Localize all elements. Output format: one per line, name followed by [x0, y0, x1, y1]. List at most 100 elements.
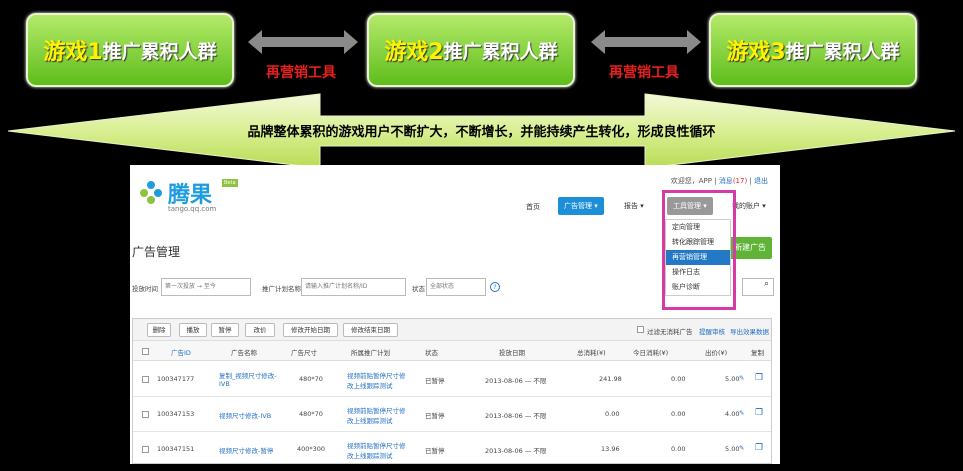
modify-start-date-button[interactable]: 修改开始日期	[283, 323, 338, 337]
double-arrow-icon	[591, 30, 701, 54]
ad-date: 2013-08-06 — 不限	[485, 377, 547, 385]
table-row: 100347177 复制_视频尺寸修改-IVB 480*70 视频前贴暂停尺寸修…	[133, 362, 771, 397]
banner-text: 品牌整体累积的游戏用户不断扩大，不断增长，并能持续产生转化，形成良性循环	[247, 125, 716, 140]
plan-filter-label: 推广计划名称	[262, 285, 301, 293]
ad-name-link[interactable]: 视频尺寸修改-暂停	[219, 445, 273, 455]
plan-link[interactable]: 视频前贴暂停尺寸修改上线跟踪测试	[347, 405, 407, 425]
col-date: 投放日期	[499, 349, 525, 357]
table-row: 100347153 视频尺寸修改-IVB 480*70 视频前贴暂停尺寸修改上线…	[133, 397, 771, 432]
ad-total: 241.98	[599, 375, 622, 383]
ad-id: 100347177	[157, 375, 195, 383]
double-arrow-icon	[248, 30, 358, 54]
ads-table: 删除 播放 暂停 改价 修改开始日期 修改结束日期 过滤无消耗广告 提醒审核 导…	[132, 318, 772, 464]
edit-bid-icon[interactable]: ✎	[739, 409, 744, 417]
copy-icon[interactable]: ❐	[755, 408, 763, 418]
nav-account-label: 我的账户	[732, 202, 760, 210]
ad-size: 400*300	[297, 445, 326, 453]
ad-bid: 4.00	[725, 410, 740, 418]
game2-box: 游戏2 推广累积人群	[367, 13, 575, 87]
nav-ad-label: 广告管理	[564, 202, 592, 210]
ad-date: 2013-08-06 — 不限	[485, 412, 547, 420]
ad-today: 0.00	[671, 445, 686, 453]
row-checkbox[interactable]	[142, 446, 149, 453]
row-checkbox[interactable]	[142, 411, 149, 418]
logout-link[interactable]: 退出	[754, 177, 768, 185]
highlight-frame	[662, 190, 736, 310]
run-button[interactable]: 播放	[179, 323, 207, 337]
col-ad-id[interactable]: 广告ID	[171, 347, 191, 357]
plan-link[interactable]: 视频前贴暂停尺寸修改上线跟踪测试	[347, 370, 407, 390]
messages-link[interactable]: 消息	[719, 177, 733, 185]
game1-box: 游戏1 推广累积人群	[26, 13, 234, 87]
app-logo[interactable]: 腾果 Beta tango.qq.com	[138, 175, 238, 215]
col-status: 状态	[425, 349, 438, 357]
welcome-text: 欢迎您，APP	[670, 177, 712, 185]
filter-label: 过滤无消耗广告	[647, 328, 693, 336]
app-screenshot: 腾果 Beta tango.qq.com 欢迎您，APP | 消息(17) | …	[130, 165, 780, 464]
game1-highlight: 游戏1	[43, 40, 103, 65]
game3-text: 推广累积人群	[785, 40, 900, 63]
col-plan: 所属推广计划	[351, 349, 390, 357]
edit-bid-icon[interactable]: ✎	[739, 444, 744, 452]
copy-icon[interactable]: ❐	[755, 443, 763, 453]
ad-bid: 5.00	[725, 445, 740, 453]
copy-icon[interactable]: ❐	[755, 373, 763, 383]
beta-badge: Beta	[222, 179, 238, 187]
game2-text: 推广累积人群	[443, 40, 558, 63]
col-bid: 出价(¥)	[705, 349, 728, 357]
remind-link[interactable]: 提醒审核	[699, 326, 725, 336]
ad-name-link[interactable]: 视频尺寸修改-IVB	[219, 410, 271, 420]
delete-button[interactable]: 删除	[147, 323, 171, 337]
plan-link[interactable]: 视频前贴暂停尺寸修改上线跟踪测试	[347, 440, 407, 460]
filter-checkbox[interactable]	[637, 326, 644, 333]
nav-report-label: 报告	[624, 202, 638, 210]
edit-bid-icon[interactable]: ✎	[739, 374, 744, 382]
help-icon[interactable]: ?	[490, 282, 500, 292]
col-ad-name: 广告名称	[231, 349, 257, 357]
ad-size: 480*70	[299, 375, 323, 383]
ad-id: 100347151	[157, 445, 195, 453]
ad-today: 0.00	[671, 375, 686, 383]
row-checkbox[interactable]	[142, 376, 149, 383]
col-copy: 复制	[751, 349, 764, 357]
ad-total: 13.96	[601, 445, 620, 453]
nav-home[interactable]: 首页	[526, 199, 540, 215]
logo-icon	[140, 181, 162, 204]
table-row: 100347151 视频尺寸修改-暂停 400*300 视频前贴暂停尺寸修改上线…	[133, 432, 771, 464]
date-range-input[interactable]: 第一次投放 → 至今	[161, 278, 251, 296]
game2-highlight: 游戏2	[384, 40, 444, 65]
game3-highlight: 游戏3	[726, 40, 786, 65]
col-total: 总消耗(¥)	[577, 349, 606, 357]
pause-button[interactable]: 暂停	[211, 323, 239, 337]
select-all-checkbox[interactable]	[142, 348, 149, 355]
modify-price-button[interactable]: 改价	[245, 323, 275, 337]
ad-status: 已暂停	[425, 377, 445, 385]
game3-box: 游戏3 推广累积人群	[709, 13, 917, 87]
retarget-label-1: 再营销工具	[266, 65, 336, 81]
ad-size: 480*70	[299, 410, 323, 418]
ad-status: 已暂停	[425, 412, 445, 420]
status-filter-label: 状态	[412, 285, 425, 293]
col-today: 今日消耗(¥)	[633, 349, 669, 357]
ad-bid: 5.00	[725, 375, 740, 383]
col-ad-size: 广告尺寸	[291, 349, 317, 357]
page-title: 广告管理	[132, 245, 181, 259]
date-filter-label: 投放时间	[132, 285, 158, 293]
table-toolbar: 删除 播放 暂停 改价 修改开始日期 修改结束日期 过滤无消耗广告 提醒审核 导…	[133, 319, 771, 341]
table-header: 广告ID 广告名称 广告尺寸 所属推广计划 状态 投放日期 总消耗(¥) 今日消…	[133, 341, 771, 361]
ad-today: 0.00	[671, 410, 686, 418]
ad-name-link[interactable]: 复制_视频尺寸修改-IVB	[219, 370, 277, 388]
status-select[interactable]: 全部状态	[426, 278, 486, 296]
plan-search-input[interactable]: 请输入推广计划名称/ID	[301, 278, 406, 296]
search-icon[interactable]: ⌕	[742, 278, 774, 296]
ad-total: 0.00	[605, 410, 620, 418]
ad-id: 100347153	[157, 410, 195, 418]
export-link[interactable]: 导出效果数据	[730, 326, 769, 336]
logo-url: tango.qq.com	[168, 205, 217, 213]
modify-end-date-button[interactable]: 修改结束日期	[343, 323, 398, 337]
nav-ad-management[interactable]: 广告管理 ▾	[558, 197, 604, 215]
retarget-label-2: 再营销工具	[609, 65, 679, 81]
user-bar: 欢迎您，APP | 消息(17) | 退出	[670, 177, 768, 185]
ad-status: 已暂停	[425, 447, 445, 455]
nav-report[interactable]: 报告 ▾	[618, 197, 650, 215]
